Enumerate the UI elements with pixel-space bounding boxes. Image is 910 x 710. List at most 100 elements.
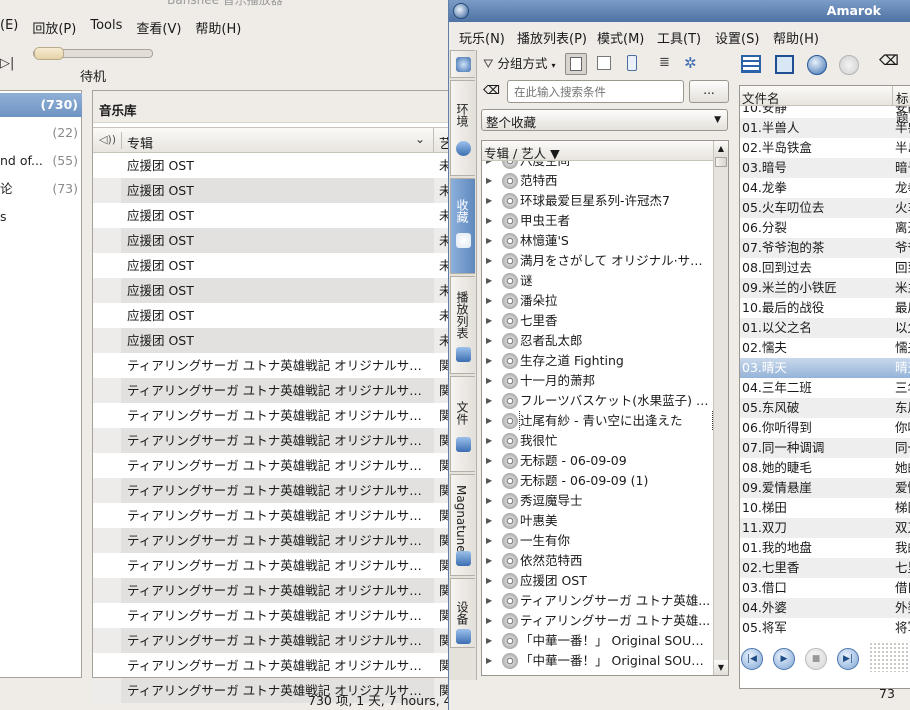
expand-arrow-icon[interactable]: ▶ xyxy=(486,311,492,331)
column-header-filename[interactable]: 文件名 xyxy=(742,88,780,107)
expand-arrow-icon[interactable]: ▶ xyxy=(486,371,492,391)
ipod-view-button[interactable] xyxy=(621,53,643,75)
tab-magnatune[interactable]: Magnatune xyxy=(450,474,475,576)
column-divider[interactable] xyxy=(433,128,434,152)
tree-item[interactable]: ▶ 叶惠美 xyxy=(482,511,714,531)
table-row[interactable]: ティアリングサーガ ユトナ英雄戦記 オリジナルサウ... 関 xyxy=(93,603,453,628)
tree-view-button[interactable] xyxy=(565,53,587,75)
playlist-row[interactable]: 04.三年二班 三年 xyxy=(740,378,910,398)
menu-help[interactable]: 帮助(H) xyxy=(188,14,248,38)
playlist-row[interactable]: 10.梯田 梯田 xyxy=(740,498,910,518)
playlist-row[interactable]: 04.外婆 外婆 xyxy=(740,598,910,618)
tree-item[interactable]: ▶ 一生有你 xyxy=(482,531,714,551)
tree-item[interactable]: ▶ 「中華一番！」 Original SOUND... xyxy=(482,651,714,671)
expand-arrow-icon[interactable]: ▶ xyxy=(486,511,492,531)
playlist-row[interactable]: 03.暗号 暗号 xyxy=(740,158,910,178)
expand-arrow-icon[interactable]: ▶ xyxy=(486,211,492,231)
expand-arrow-icon[interactable]: ▶ xyxy=(486,231,492,251)
next-track-icon[interactable]: ▷| xyxy=(0,56,14,71)
table-row[interactable]: 应援团 OST 未 xyxy=(93,228,453,253)
tree-item[interactable]: ▶ フルーツバスケット(水果蓝子) -... xyxy=(482,391,714,411)
menu-playback[interactable]: 回放(P) xyxy=(25,14,83,38)
expand-arrow-icon[interactable]: ▶ xyxy=(486,591,492,611)
playlist-row[interactable]: 03.借口 借口 xyxy=(740,578,910,598)
source-item[interactable]: nd of... (55) xyxy=(0,149,82,173)
group-by-button[interactable]: ⛛ 分组方式 ▾ xyxy=(483,53,556,75)
tree-item[interactable]: ▶ 辻尾有紗 - 青い空に出逢えた xyxy=(482,411,714,431)
table-row[interactable]: 应援团 OST 未 xyxy=(93,328,453,353)
expand-arrow-icon[interactable]: ▶ xyxy=(486,451,492,471)
playlist-row[interactable]: 11.双刀 双刀 xyxy=(740,518,910,538)
expand-arrow-icon[interactable]: ▶ xyxy=(486,391,492,411)
playlist-view-button[interactable] xyxy=(739,53,763,75)
menu-edit[interactable]: (E) xyxy=(0,14,25,38)
tree-item[interactable]: ▶ 无标题 - 06-09-09 xyxy=(482,451,714,471)
expand-arrow-icon[interactable]: ▶ xyxy=(486,271,492,291)
playlist-row[interactable]: 09.米兰的小铁匠 米兰 xyxy=(740,278,910,298)
save-playlist-button[interactable] xyxy=(773,53,797,75)
seek-slider[interactable] xyxy=(33,47,153,60)
play-button[interactable]: ▶ xyxy=(773,648,795,670)
search-options-button[interactable]: ... xyxy=(689,80,729,103)
expand-arrow-icon[interactable]: ▶ xyxy=(486,651,492,671)
tree-item[interactable]: ▶ 范特西 xyxy=(482,171,714,191)
table-row[interactable]: ティアリングサーガ ユトナ英雄戦記 オリジナルサウ... 関 xyxy=(93,503,453,528)
flat-view-button[interactable] xyxy=(593,53,615,75)
expand-arrow-icon[interactable]: ▶ xyxy=(486,251,492,271)
tree-item[interactable]: ▶ 潘朵拉 xyxy=(482,291,714,311)
playlist-row[interactable]: 05.东风破 东风 xyxy=(740,398,910,418)
expand-arrow-icon[interactable]: ▶ xyxy=(486,331,492,351)
tab-config[interactable] xyxy=(450,50,475,78)
previous-button[interactable]: |◀ xyxy=(741,648,763,670)
source-item[interactable]: s xyxy=(0,205,82,229)
tree-scrollbar[interactable]: ▲ ▼ xyxy=(713,141,728,675)
playlist-row[interactable]: 01.以父之名 以父 xyxy=(740,318,910,338)
tree-item[interactable]: ▶ 「中華一番！」 Original SOUNDT xyxy=(482,631,714,651)
table-row[interactable]: ティアリングサーガ ユトナ英雄戦記 オリジナルサウ... 関 xyxy=(93,378,453,403)
expand-arrow-icon[interactable]: ▶ xyxy=(486,171,492,191)
search-input[interactable] xyxy=(507,80,684,103)
tree-item[interactable]: ▶ 谜 xyxy=(482,271,714,291)
tree-item[interactable]: ▶ 忍者乱太郎 xyxy=(482,331,714,351)
expand-arrow-icon[interactable]: ▶ xyxy=(486,351,492,371)
scrollbar-thumb[interactable] xyxy=(715,157,727,167)
expand-arrow-icon[interactable]: ▶ xyxy=(486,531,492,551)
tab-playlists[interactable]: 播放列表 xyxy=(450,276,475,374)
table-row[interactable]: ティアリングサーガ ユトナ英雄戦記 オリジナルサウ... 関 xyxy=(93,353,453,378)
collection-filter-select[interactable]: 整个收藏 ▼ xyxy=(481,109,728,131)
tree-item[interactable]: ▶ 无标题 - 06-09-09 (1) xyxy=(482,471,714,491)
stop-button[interactable]: ■ xyxy=(805,648,827,670)
expand-arrow-icon[interactable]: ▶ xyxy=(486,291,492,311)
expand-arrow-icon[interactable]: ▶ xyxy=(486,551,492,571)
table-row[interactable]: ティアリングサーガ ユトナ英雄戦記 オリジナルサウ... 関 xyxy=(93,528,453,553)
playlist-row[interactable]: 02.七里香 七里 xyxy=(740,558,910,578)
playlist-row[interactable]: 01.我的地盘 我的 xyxy=(740,538,910,558)
menu-mode[interactable]: 模式(M) xyxy=(597,28,644,47)
source-item[interactable]: (22) xyxy=(0,121,82,145)
clear-search-icon[interactable]: ⌫ xyxy=(483,83,501,99)
menu-tools[interactable]: Tools xyxy=(83,14,129,38)
playlist-row[interactable]: 07.爷爷泡的茶 爷爷 xyxy=(740,238,910,258)
tree-item[interactable]: ▶ 环球最爱巨星系列-许冠杰7 xyxy=(482,191,714,211)
menu-view[interactable]: 查看(V) xyxy=(129,14,188,38)
column-header-title[interactable]: 标题 xyxy=(896,88,910,126)
menu-playlist[interactable]: 播放列表(P) xyxy=(517,28,587,47)
playlist-row[interactable]: 04.龙拳 龙拳 xyxy=(740,178,910,198)
tab-collection[interactable]: 收藏 xyxy=(450,178,475,274)
menu-help[interactable]: 帮助(H) xyxy=(773,28,819,47)
expand-arrow-icon[interactable]: ▶ xyxy=(486,411,492,431)
clear-playlist-button[interactable]: ⌫ xyxy=(877,53,901,75)
table-row[interactable]: ティアリングサーガ ユトナ英雄戦記 オリジナルサウ... 関 xyxy=(93,578,453,603)
tab-context[interactable]: 环境 xyxy=(450,80,475,176)
tab-files[interactable]: 文件 xyxy=(450,376,475,472)
tree-item[interactable]: ▶ ティアリングサーガ ユトナ英雄... xyxy=(482,611,714,631)
menu-settings[interactable]: 设置(S) xyxy=(715,28,759,47)
expand-arrow-icon[interactable]: ▶ xyxy=(486,191,492,211)
column-divider[interactable] xyxy=(892,86,893,106)
next-button[interactable]: ▶| xyxy=(837,648,859,670)
playlist-row[interactable]: 05.将军 将军 xyxy=(740,618,910,638)
table-row[interactable]: 应援团 OST 未 xyxy=(93,203,453,228)
menu-tools[interactable]: 工具(T) xyxy=(657,28,701,47)
table-row[interactable]: 应援团 OST 未 xyxy=(93,253,453,278)
tree-item[interactable]: ▶ 生存之道 Fighting xyxy=(482,351,714,371)
